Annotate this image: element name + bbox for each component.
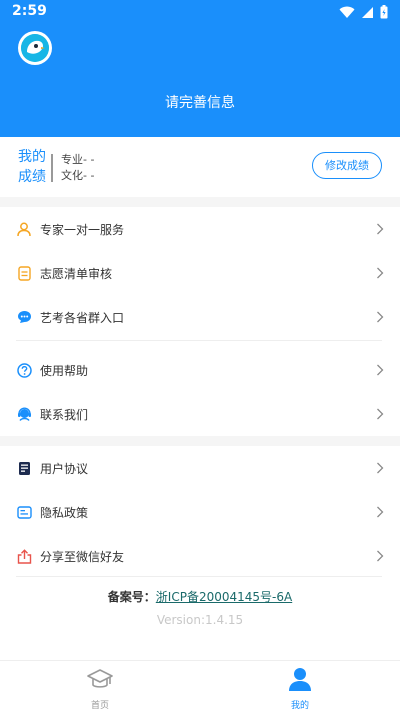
person-icon — [16, 221, 32, 237]
menu-item-user-agreement[interactable]: 用户协议 — [0, 446, 400, 490]
chevron-right-icon — [377, 506, 384, 518]
battery-icon — [380, 5, 388, 19]
menu-label-volunteer-review: 志愿清单审核 — [40, 266, 113, 281]
tab-mine-label: 我的 — [290, 701, 309, 711]
document-icon — [16, 460, 32, 476]
graduation-cap-icon — [87, 669, 113, 688]
menu-item-art-groups[interactable]: 艺考各省群入口 — [0, 295, 400, 339]
bottom-tab-bar: 首页 我的 — [0, 660, 400, 712]
tab-home-label: 首页 — [90, 701, 109, 711]
culture-score: 文化- - — [61, 169, 95, 182]
headset-icon — [16, 406, 32, 422]
icp-number-link[interactable]: 浙ICP备20004145号-6A — [156, 590, 292, 604]
menu-item-contact[interactable]: 联系我们 — [0, 392, 400, 436]
menu-item-expert-service[interactable]: 专家一对一服务 — [0, 207, 400, 251]
menu-item-volunteer-review[interactable]: 志愿清单审核 — [0, 251, 400, 295]
avatar[interactable] — [18, 31, 52, 65]
status-bar: 2:59 — [0, 0, 400, 24]
menu-item-privacy-policy[interactable]: 隐私政策 — [0, 490, 400, 534]
menu-label-help: 使用帮助 — [40, 363, 89, 378]
status-time: 2:59 — [12, 3, 47, 19]
chevron-right-icon — [377, 408, 384, 420]
section-separator — [0, 197, 400, 207]
icp-label: 备案号： — [107, 590, 156, 604]
user-icon — [289, 668, 311, 691]
chevron-right-icon — [377, 223, 384, 235]
chat-icon — [16, 309, 32, 325]
list-icon — [16, 265, 32, 281]
score-divider — [51, 154, 53, 182]
group-divider — [16, 576, 382, 577]
menu-label-privacy-policy: 隐私政策 — [40, 505, 89, 520]
status-icons — [339, 4, 388, 20]
menu-label-expert-service: 专家一对一服务 — [40, 222, 125, 237]
menu-label-art-groups: 艺考各省群入口 — [40, 310, 125, 325]
chevron-right-icon — [377, 267, 384, 279]
tab-mine[interactable]: 我的 — [260, 667, 340, 711]
help-icon — [16, 362, 32, 378]
signal-icon — [362, 6, 373, 18]
chevron-right-icon — [377, 550, 384, 562]
share-icon — [16, 548, 32, 564]
icp-record: 备案号：浙ICP备20004145号-6A — [0, 588, 400, 605]
menu-label-user-agreement: 用户协议 — [40, 461, 89, 476]
bird-logo-icon — [21, 34, 49, 62]
menu-item-help[interactable]: 使用帮助 — [0, 348, 400, 392]
card-icon — [16, 504, 32, 520]
complete-info-prompt[interactable]: 请完善信息 — [0, 92, 400, 112]
profile-header: 2:59 请完善信息 — [0, 0, 400, 137]
group-divider — [16, 340, 382, 341]
menu-label-share-wechat: 分享至微信好友 — [40, 549, 125, 564]
section-separator — [0, 436, 400, 446]
tab-home[interactable]: 首页 — [60, 667, 140, 711]
modify-score-button[interactable]: 修改成绩 — [312, 152, 382, 179]
app-version: Version:1.4.15 — [156, 613, 244, 627]
chevron-right-icon — [377, 462, 384, 474]
menu-label-contact: 联系我们 — [40, 407, 89, 422]
chevron-right-icon — [377, 364, 384, 376]
major-score: 专业- - — [61, 153, 95, 166]
wifi-icon — [339, 6, 355, 18]
chevron-right-icon — [377, 311, 384, 323]
my-score-title: 我的成绩 — [18, 149, 46, 185]
my-score-card: 我的成绩 专业- - 文化- - 修改成绩 — [0, 137, 400, 197]
menu-item-share-wechat[interactable]: 分享至微信好友 — [0, 534, 400, 578]
